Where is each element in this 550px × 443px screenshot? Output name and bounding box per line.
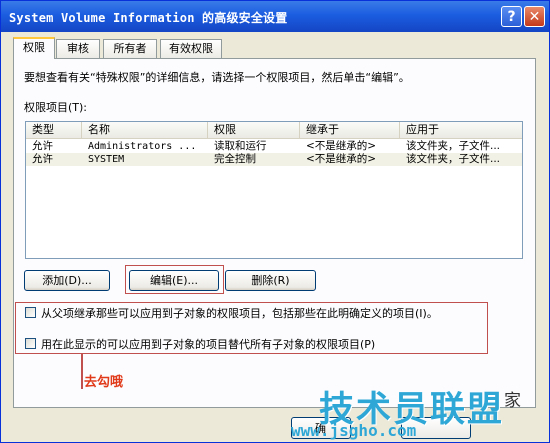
column-header-applies-to[interactable]: 应用于 (400, 122, 522, 138)
table-row[interactable]: 允许 Administrators ... 读取和运行 <不是继承的> 该文件夹… (26, 140, 522, 153)
permission-entries-list[interactable]: 类型 名称 权限 继承于 应用于 允许 Administrators ... 读… (25, 121, 523, 259)
column-header-inherited-from[interactable]: 继承于 (300, 122, 400, 138)
description-text: 要想查看有关“特殊权限”的详细信息，请选择一个权限项目，然后单击“编辑”。 (24, 71, 410, 84)
replace-child-permissions-checkbox[interactable] (25, 338, 36, 349)
tab-auditing[interactable]: 审核 (56, 39, 100, 58)
column-header-type[interactable]: 类型 (26, 122, 82, 138)
remove-button[interactable]: 删除(R) (225, 270, 316, 291)
permissions-panel: 要想查看有关“特殊权限”的详细信息，请选择一个权限项目，然后单击“编辑”。 权限… (13, 58, 536, 408)
column-header-permission[interactable]: 权限 (208, 122, 300, 138)
row-permission: 读取和运行 (214, 140, 267, 152)
inherit-permissions-label[interactable]: 从父项继承那些可以应用到子对象的权限项目，包括那些在此明确定义的项目(I)。 (41, 305, 438, 321)
row-type: 允许 (32, 153, 53, 165)
row-name: Administrators ... (88, 141, 197, 152)
inherit-permissions-checkbox[interactable] (25, 307, 36, 318)
title-bar[interactable]: System Volume Information 的高级安全设置 ? ✕ (1, 1, 549, 32)
help-button[interactable]: ? (501, 6, 522, 27)
row-inherited-from: <不是继承的> (306, 153, 377, 165)
row-applies-to: 该文件夹，子文件... (406, 140, 501, 152)
replace-child-permissions-label[interactable]: 用在此显示的可以应用到子对象的项目替代所有子对象的权限项目(P) (41, 336, 375, 352)
close-button[interactable]: ✕ (524, 6, 545, 27)
column-header-name[interactable]: 名称 (82, 122, 208, 138)
list-header: 类型 名称 权限 继承于 应用于 (26, 122, 522, 139)
tab-permissions[interactable]: 权限 (13, 37, 55, 59)
row-inherited-from: <不是继承的> (306, 140, 377, 152)
row-permission: 完全控制 (214, 153, 256, 165)
annotation-text: 去勾哦 (84, 375, 124, 390)
tab-effective-permissions[interactable]: 有效权限 (160, 39, 222, 58)
table-row[interactable]: 允许 SYSTEM 完全控制 <不是继承的> 该文件夹，子文件... (26, 153, 522, 166)
row-applies-to: 该文件夹，子文件... (406, 153, 501, 165)
permission-entries-label: 权限项目(T): (24, 101, 88, 114)
watermark-suffix: 家 (504, 391, 521, 411)
advanced-security-dialog: System Volume Information 的高级安全设置 ? ✕ 权限… (0, 0, 550, 443)
add-button[interactable]: 添加(D)... (24, 270, 110, 291)
tab-owner[interactable]: 所有者 (103, 39, 157, 58)
annotation-pointer-line (81, 353, 83, 389)
edit-button[interactable]: 编辑(E)... (129, 270, 219, 291)
window-title: System Volume Information 的高级安全设置 (9, 11, 288, 25)
watermark-url: www.jsgho.com (291, 421, 417, 440)
row-name: SYSTEM (88, 154, 125, 165)
row-type: 允许 (32, 140, 53, 152)
